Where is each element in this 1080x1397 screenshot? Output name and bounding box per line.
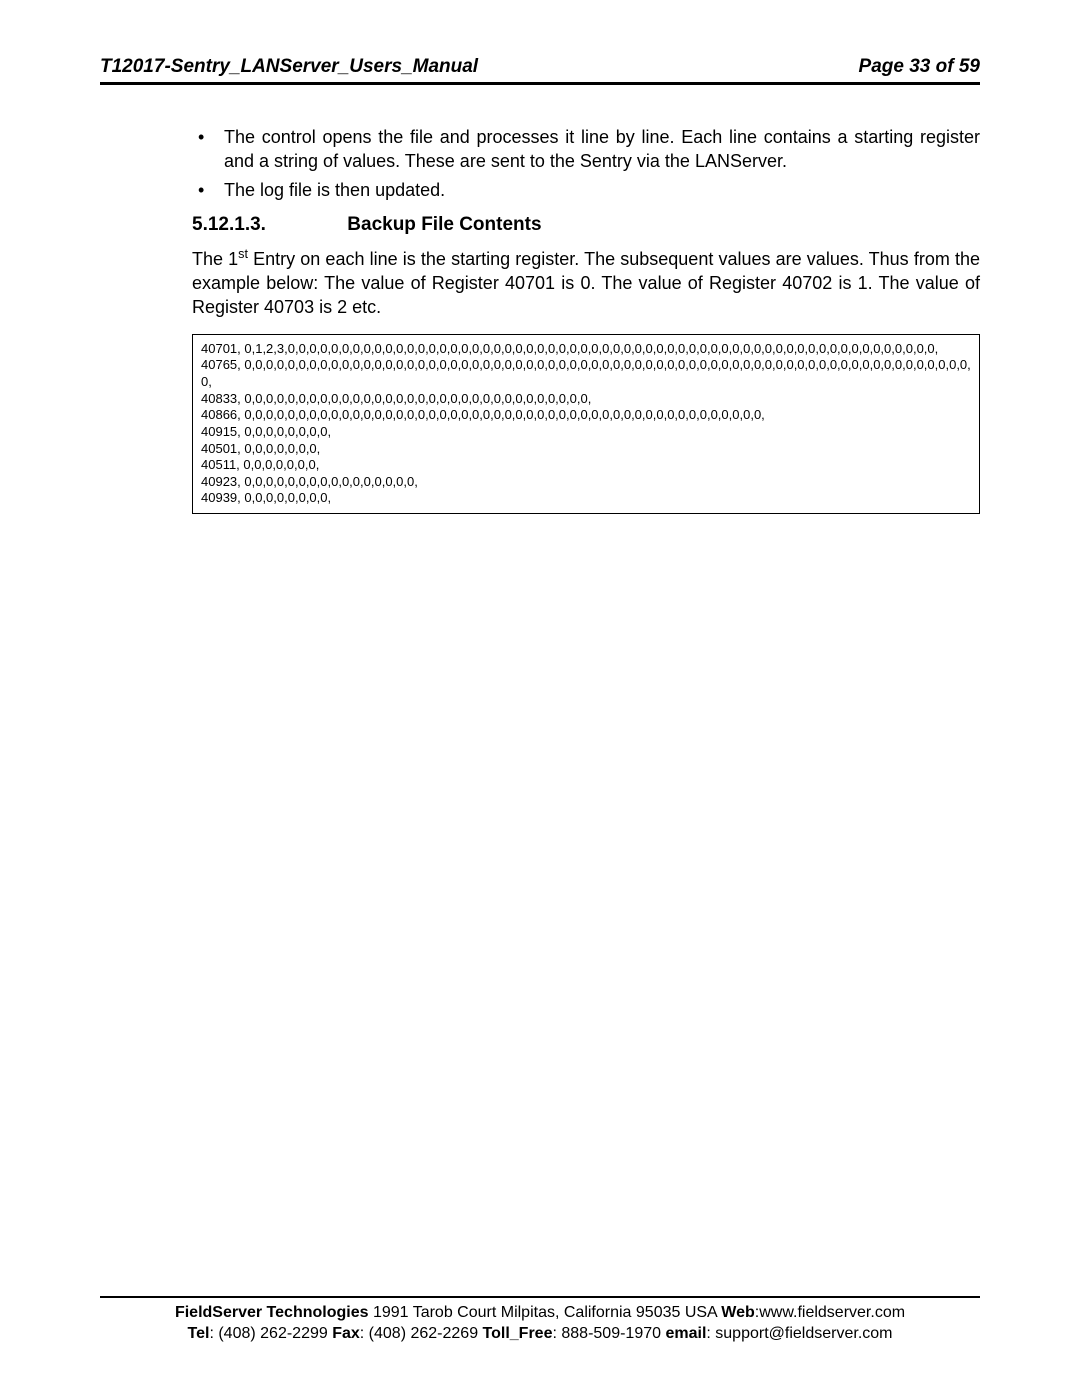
bullet-item: The log file is then updated. <box>192 178 980 202</box>
bullet-list: The control opens the file and processes… <box>192 125 980 202</box>
footer-company: FieldServer Technologies <box>175 1304 369 1321</box>
page-header: T12017-Sentry_LANServer_Users_Manual Pag… <box>100 56 980 85</box>
paragraph-prefix: The 1 <box>192 249 238 269</box>
code-line: 40765, 0,0,0,0,0,0,0,0,0,0,0,0,0,0,0,0,0… <box>201 357 971 390</box>
code-line: 40866, 0,0,0,0,0,0,0,0,0,0,0,0,0,0,0,0,0… <box>201 407 971 424</box>
document-page: T12017-Sentry_LANServer_Users_Manual Pag… <box>0 0 1080 1397</box>
footer-email-label: email <box>665 1325 706 1342</box>
backup-file-example: 40701, 0,1,2,3,0,0,0,0,0,0,0,0,0,0,0,0,0… <box>192 334 980 514</box>
footer-line-1: FieldServer Technologies 1991 Tarob Cour… <box>100 1302 980 1324</box>
code-line: 40701, 0,1,2,3,0,0,0,0,0,0,0,0,0,0,0,0,0… <box>201 341 971 358</box>
document-title: T12017-Sentry_LANServer_Users_Manual <box>100 56 478 78</box>
ordinal-superscript: st <box>238 247 248 261</box>
footer-tel-label: Tel <box>188 1325 210 1342</box>
page-number: Page 33 of 59 <box>859 56 980 78</box>
bullet-item: The control opens the file and processes… <box>192 125 980 174</box>
code-line: 40511, 0,0,0,0,0,0,0, <box>201 457 971 474</box>
code-line: 40833, 0,0,0,0,0,0,0,0,0,0,0,0,0,0,0,0,0… <box>201 391 971 408</box>
paragraph: The 1st Entry on each line is the starti… <box>192 246 980 320</box>
section-title: Backup File Contents <box>347 214 541 235</box>
footer-fax-label: Fax <box>332 1325 360 1342</box>
code-line: 40501, 0,0,0,0,0,0,0, <box>201 441 971 458</box>
footer-address: 1991 Tarob Court Milpitas, California 95… <box>369 1304 722 1321</box>
footer-email-value: : support@fieldserver.com <box>706 1325 892 1342</box>
code-line: 40939, 0,0,0,0,0,0,0,0, <box>201 490 971 507</box>
code-line: 40915, 0,0,0,0,0,0,0,0, <box>201 424 971 441</box>
page-content: The control opens the file and processes… <box>192 125 980 514</box>
footer-line-2: Tel: (408) 262-2299 Fax: (408) 262-2269 … <box>100 1323 980 1345</box>
footer-fax-value: : (408) 262-2269 <box>360 1325 483 1342</box>
section-heading: 5.12.1.3. Backup File Contents <box>192 214 980 236</box>
footer-tel-value: : (408) 262-2299 <box>209 1325 332 1342</box>
section-number: 5.12.1.3. <box>192 214 342 236</box>
code-line: 40923, 0,0,0,0,0,0,0,0,0,0,0,0,0,0,0,0, <box>201 474 971 491</box>
footer-toll-label: Toll_Free <box>483 1325 553 1342</box>
footer-web-label: Web <box>721 1304 754 1321</box>
footer-web-value: :www.fieldserver.com <box>755 1304 905 1321</box>
page-footer: FieldServer Technologies 1991 Tarob Cour… <box>100 1296 980 1345</box>
footer-toll-value: : 888-509-1970 <box>552 1325 665 1342</box>
paragraph-rest: Entry on each line is the starting regis… <box>192 249 980 318</box>
